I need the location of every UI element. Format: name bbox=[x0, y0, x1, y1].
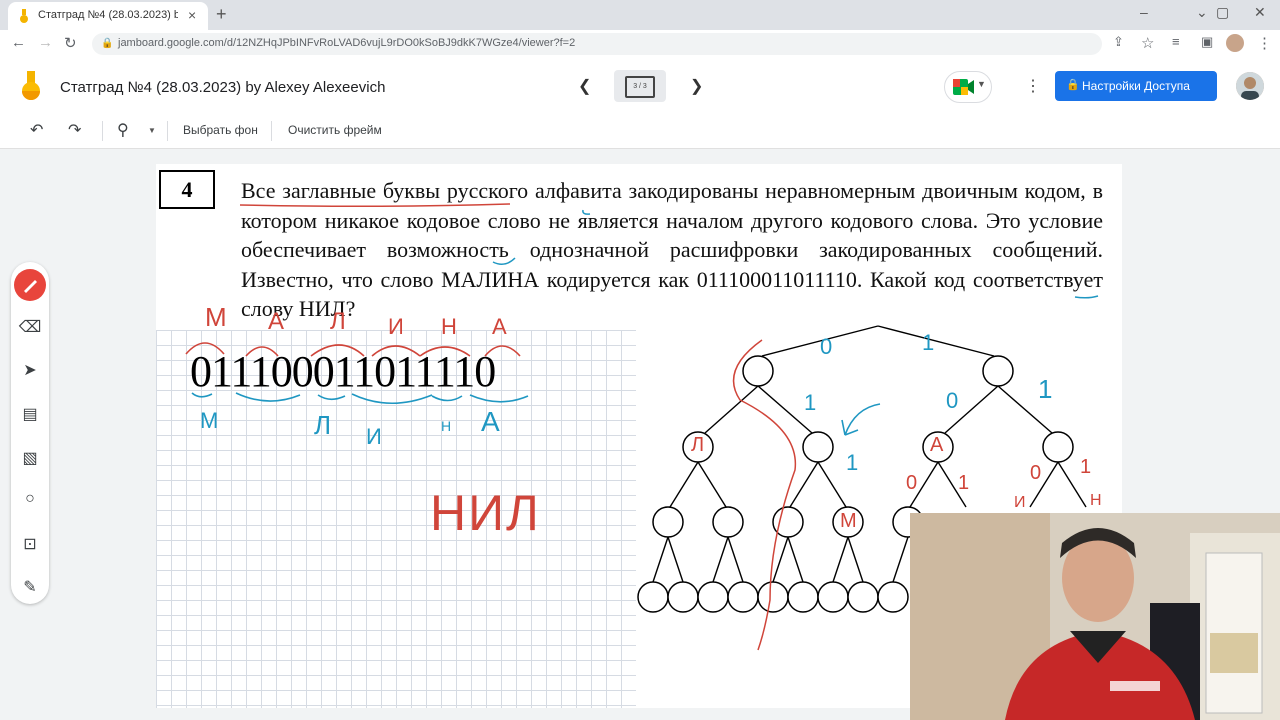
tree-mark: 0 bbox=[906, 472, 918, 494]
sticky-note-icon[interactable]: ▤ bbox=[11, 404, 49, 424]
text-box-icon[interactable]: ⊡ bbox=[11, 534, 49, 554]
blue-mark bbox=[1074, 295, 1099, 299]
image-icon[interactable]: ▧ bbox=[11, 448, 49, 468]
red-arcs bbox=[185, 342, 521, 357]
select-icon[interactable]: ➤ bbox=[11, 360, 49, 380]
webcam-video-image bbox=[910, 513, 1280, 720]
tree-mark: А bbox=[930, 434, 944, 456]
hw-top-letter: А bbox=[268, 308, 285, 335]
tree-mark: 0 bbox=[946, 388, 959, 413]
hw-top-letter: Л bbox=[330, 308, 346, 335]
tree-mark: 1 bbox=[922, 330, 935, 355]
hw-bottom-letter: И bbox=[366, 424, 382, 449]
tree-mark: М bbox=[840, 510, 857, 532]
hw-bottom-letter: Н bbox=[441, 418, 452, 434]
pen-tool[interactable] bbox=[11, 268, 49, 307]
blue-mark bbox=[492, 257, 516, 265]
tree-mark: 0 bbox=[1030, 462, 1042, 484]
tree-mark: 0 bbox=[820, 334, 833, 359]
circle-icon[interactable]: ○ bbox=[11, 490, 49, 508]
tree-mark: 1 bbox=[1038, 374, 1053, 404]
tree-mark: 1 bbox=[958, 472, 970, 494]
tree-mark: Н bbox=[1090, 492, 1102, 509]
hw-bottom-letter: М bbox=[200, 408, 219, 433]
tree-mark: И bbox=[1014, 494, 1026, 511]
hw-word: НИЛ bbox=[430, 485, 541, 541]
hw-bottom-letter: А bbox=[481, 406, 500, 437]
webcam-overlay bbox=[910, 513, 1280, 720]
blue-arrow-stroke bbox=[841, 403, 881, 436]
hw-top-letter: Н bbox=[441, 314, 457, 339]
hw-bottom-letter: Л bbox=[314, 410, 332, 440]
blue-brackets bbox=[191, 392, 529, 405]
tree-mark: 1 bbox=[1080, 456, 1092, 478]
tree-mark: 1 bbox=[846, 450, 859, 475]
blue-mark bbox=[582, 209, 591, 215]
tree-mark: 1 bbox=[804, 390, 817, 415]
hw-top-letter: А bbox=[492, 314, 507, 339]
tool-palette: ⌫ ➤ ▤ ▧ ○ ⊡ ✎ bbox=[11, 262, 49, 604]
hw-top-letter: М bbox=[205, 302, 227, 332]
pen-icon bbox=[14, 269, 46, 301]
hw-top-letter: И bbox=[388, 314, 404, 339]
tree-mark: Л bbox=[691, 434, 705, 456]
eraser-icon[interactable]: ⌫ bbox=[11, 317, 49, 337]
red-underline bbox=[239, 203, 511, 208]
laser-icon[interactable]: ✎ bbox=[11, 577, 49, 597]
